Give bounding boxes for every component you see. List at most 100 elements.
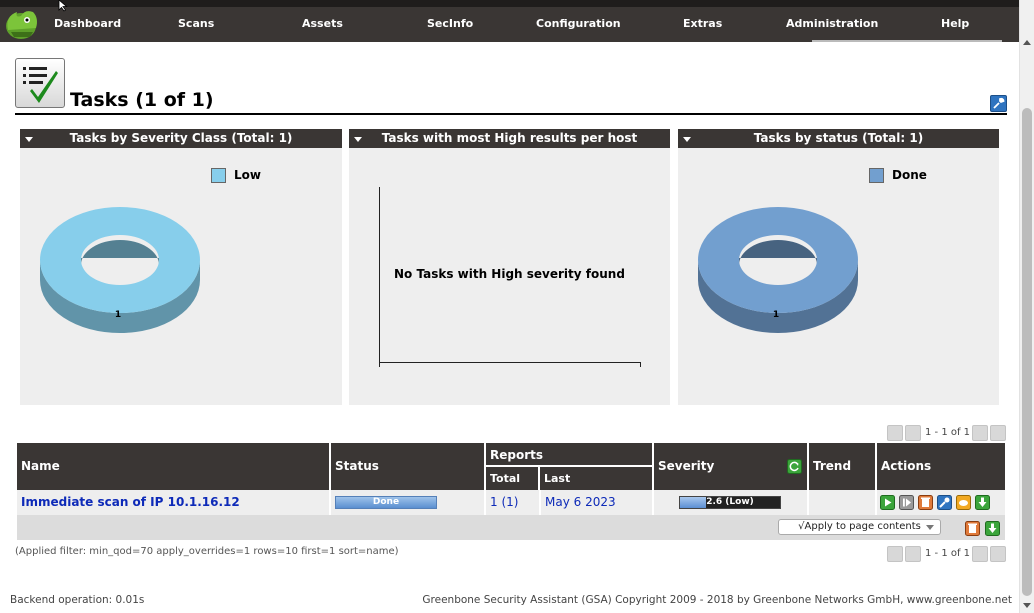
next-page-icon[interactable] [972,546,988,562]
status-panel-header[interactable]: Tasks by status (Total: 1) [678,129,999,148]
bulk-delete-trashcan-icon[interactable] [965,521,980,536]
applied-filter-text: (Applied filter: min_qod=70 apply_overri… [15,546,399,557]
start-task-icon[interactable] [880,495,895,510]
no-high-tasks-message: No Tasks with High severity found [394,267,625,281]
column-header-status[interactable]: Status [331,443,484,490]
pagination-range: 1 - 1 of 1 [925,427,971,438]
task-status-progress-bar: Done [335,496,437,509]
previous-page-icon[interactable] [905,425,921,441]
severity-class-panel: Tasks by Severity Class (Total: 1) Low 1 [20,129,342,405]
status-donut-chart: 1 [698,207,858,333]
greenbone-logo-icon[interactable] [3,6,41,42]
header-name-label[interactable]: Name [21,459,60,473]
column-header-severity[interactable]: Severity [654,443,807,490]
nav-secinfo[interactable]: SecInfo [427,17,473,30]
severity-panel-header[interactable]: Tasks by Severity Class (Total: 1) [20,129,342,148]
scroll-down-arrow-icon[interactable] [1023,603,1031,608]
chart-x-axis [379,362,641,363]
task-list-icon [15,58,65,108]
header-status-label[interactable]: Status [335,459,379,473]
nav-administration[interactable]: Administration [786,17,878,30]
reports-total-link[interactable]: 1 (1) [490,495,518,509]
page-title: Tasks (1 of 1) [70,89,214,111]
column-header-reports: Reports Total Last [486,443,652,490]
scrollbar-thumb[interactable] [1022,108,1032,596]
header-severity-label[interactable]: Severity [658,459,714,473]
resume-task-icon[interactable] [899,495,914,510]
last-report-link[interactable]: May 6 2023 [545,495,616,509]
severity-slice-label: 1 [115,310,121,320]
severity-bar: 2.6 (Low) [679,496,781,509]
column-header-name[interactable]: Name [17,443,329,490]
collapse-triangle-icon[interactable] [354,137,362,142]
edit-task-wrench-icon[interactable] [937,495,952,510]
copyright-notice: Greenbone Security Assistant (GSA) Copyr… [422,594,1012,606]
collapse-triangle-icon[interactable] [683,137,691,142]
previous-page-icon[interactable] [905,546,921,562]
pagination-top: 1 - 1 of 1 [887,425,1007,441]
mouse-pointer-icon [58,0,68,12]
severity-donut-chart: 1 [40,207,200,333]
apply-select-value: √Apply to page contents [798,521,921,532]
clone-task-icon[interactable] [956,495,971,510]
bulk-export-download-icon[interactable] [985,521,1000,536]
cell-divider [875,490,877,515]
title-divider [15,113,1007,115]
cell-divider [807,490,809,515]
cell-divider [652,490,654,515]
high-results-panel-title: Tasks with most High results per host [381,131,638,145]
scroll-up-arrow-icon[interactable] [1023,40,1031,45]
high-results-panel: Tasks with most High results per host No… [349,129,670,405]
header-actions-label: Actions [881,459,932,473]
cell-divider [484,490,486,515]
status-panel-title: Tasks by status (Total: 1) [753,131,924,145]
done-legend-swatch [869,168,884,183]
task-name-link[interactable]: Immediate scan of IP 10.1.16.12 [21,495,240,509]
backend-operation-time: Backend operation: 0.01s [10,594,145,606]
header-total-label[interactable]: Total [490,472,520,485]
header-reports-label: Reports [490,448,544,462]
collapse-triangle-icon[interactable] [25,137,33,142]
header-last-label[interactable]: Last [544,472,570,485]
delete-task-trashcan-icon[interactable] [918,495,933,510]
high-results-panel-header[interactable]: Tasks with most High results per host [349,129,670,148]
chart-y-axis [379,187,380,365]
top-navigation-bar: Dashboard Scans Assets SecInfo Configura… [0,0,1019,42]
column-header-trend[interactable]: Trend [809,443,875,490]
chart-axis-tick [379,362,380,367]
pagination-bottom: 1 - 1 of 1 [887,546,1007,562]
apply-to-page-contents-select[interactable]: √Apply to page contents [778,519,941,535]
nav-extras[interactable]: Extras [683,17,722,30]
column-header-actions: Actions [877,443,1005,490]
nav-help[interactable]: Help [941,17,969,30]
next-page-icon[interactable] [972,425,988,441]
export-task-download-icon[interactable] [975,495,990,510]
pagination-range: 1 - 1 of 1 [925,548,971,559]
reports-subheader-divider [538,467,540,490]
status-slice-label: 1 [773,310,779,320]
done-legend-label: Done [892,168,927,182]
task-status-panel: Tasks by status (Total: 1) Done 1 [678,129,999,405]
window-title-strip [0,0,1019,7]
header-trend-label[interactable]: Trend [813,459,851,473]
nav-dashboard[interactable]: Dashboard [54,17,121,30]
cell-divider [329,490,331,515]
refresh-icon[interactable] [787,459,802,474]
nav-hover-underline [812,40,1002,42]
new-task-wrench-icon[interactable] [990,95,1007,112]
low-legend-label: Low [234,168,261,182]
severity-panel-title: Tasks by Severity Class (Total: 1) [69,131,293,145]
first-page-icon[interactable] [887,425,903,441]
nav-configuration[interactable]: Configuration [536,17,621,30]
low-legend-swatch [211,168,226,183]
chart-axis-tick [640,362,641,367]
cell-divider [539,490,541,515]
severity-bar-label: 2.6 (Low) [706,497,754,507]
vertical-scrollbar[interactable] [1019,0,1034,613]
nav-scans[interactable]: Scans [178,17,214,30]
last-page-icon[interactable] [990,425,1006,441]
last-page-icon[interactable] [990,546,1006,562]
nav-assets[interactable]: Assets [302,17,343,30]
first-page-icon[interactable] [887,546,903,562]
reports-header-divider [486,465,652,467]
